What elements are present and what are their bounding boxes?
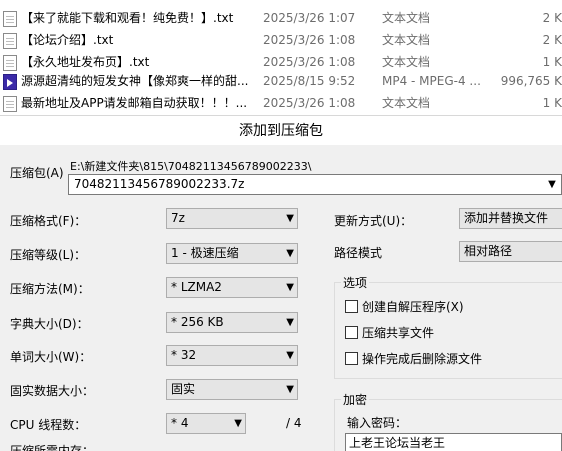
format-value: 7z bbox=[171, 211, 185, 225]
archive-label: 压缩包(A) bbox=[10, 166, 64, 180]
word-select[interactable]: * 32 ▼ bbox=[166, 345, 298, 366]
file-type: 文本文档 bbox=[382, 11, 431, 25]
text-file-icon bbox=[3, 33, 17, 49]
level-label: 压缩等级(L)： bbox=[10, 248, 87, 262]
pathmode-select[interactable]: 相对路径 bbox=[459, 241, 562, 262]
file-type: 文本文档 bbox=[382, 33, 431, 47]
chevron-down-icon: ▼ bbox=[286, 282, 294, 293]
file-size: 2 K bbox=[542, 33, 562, 47]
solid-label: 固实数据大小： bbox=[10, 384, 95, 398]
sfx-checkbox-label: 创建自解压程序(X) bbox=[362, 300, 464, 314]
file-name: 【论坛介绍】.txt bbox=[21, 33, 114, 47]
word-value: * 32 bbox=[171, 348, 197, 362]
file-size: 996,765 K bbox=[500, 74, 562, 88]
chevron-down-icon: ▼ bbox=[286, 350, 294, 361]
chevron-down-icon: ▼ bbox=[286, 384, 294, 395]
solid-value: 固实 bbox=[171, 382, 196, 396]
method-select[interactable]: * LZMA2 ▼ bbox=[166, 277, 298, 298]
file-name: 源源超清纯的短发女神【像郑爽一样的甜... bbox=[21, 74, 249, 88]
file-size: 2 K bbox=[542, 11, 562, 25]
chevron-down-icon[interactable]: ▼ bbox=[545, 175, 559, 194]
video-file-icon bbox=[3, 74, 17, 90]
dialog-title: 添加到压缩包 bbox=[0, 115, 562, 145]
file-name: 最新地址及APP请发邮箱自动获取！！！... bbox=[21, 96, 248, 110]
file-date: 2025/3/26 1:08 bbox=[263, 33, 356, 47]
file-list: 【来了就能下载和观看！纯免费！】.txt 2025/3/26 1:07 文本文档… bbox=[0, 0, 562, 115]
solid-select[interactable]: 固实 ▼ bbox=[166, 379, 298, 400]
chevron-down-icon: ▼ bbox=[286, 317, 294, 328]
cpu-value: * 4 bbox=[171, 416, 189, 430]
file-name: 【来了就能下载和观看！纯免费！】.txt bbox=[21, 11, 234, 25]
file-type: MP4 - MPEG-4 ... bbox=[382, 74, 481, 88]
format-select[interactable]: 7z ▼ bbox=[166, 208, 298, 229]
checkbox-box[interactable] bbox=[345, 300, 358, 313]
cpu-total: / 4 bbox=[286, 416, 302, 430]
file-row[interactable]: 最新地址及APP请发邮箱自动获取！！！... 2025/3/26 1:08 文本… bbox=[0, 92, 562, 115]
pathmode-value: 相对路径 bbox=[464, 244, 513, 258]
cpu-select[interactable]: * 4 ▼ bbox=[166, 413, 246, 434]
level-select[interactable]: 1 - 极速压缩 ▼ bbox=[166, 243, 298, 264]
archive-path: E:\新建文件夹\815\70482113456789002233\ bbox=[70, 160, 312, 173]
encrypt-title: 加密 bbox=[341, 391, 370, 408]
file-size: 1 K bbox=[542, 96, 562, 110]
dict-value: * 256 KB bbox=[171, 315, 224, 329]
shared-checkbox[interactable]: 压缩共享文件 bbox=[345, 324, 434, 341]
dict-label: 字典大小(D)： bbox=[10, 317, 89, 331]
cpu-label: CPU 线程数： bbox=[10, 418, 87, 432]
file-date: 2025/3/26 1:07 bbox=[263, 11, 356, 25]
word-label: 单词大小(W)： bbox=[10, 350, 92, 364]
file-row[interactable]: 【论坛介绍】.txt 2025/3/26 1:08 文本文档 2 K bbox=[0, 29, 562, 52]
update-value: 添加并替换文件 bbox=[464, 211, 549, 225]
delete-source-checkbox-label: 操作完成后删除源文件 bbox=[362, 352, 483, 366]
chevron-down-icon: ▼ bbox=[286, 248, 294, 259]
text-file-icon bbox=[3, 96, 17, 112]
checkbox-box[interactable] bbox=[345, 352, 358, 365]
password-label: 输入密码： bbox=[347, 416, 408, 430]
file-date: 2025/3/26 1:08 bbox=[263, 96, 356, 110]
chevron-down-icon: ▼ bbox=[234, 418, 242, 429]
password-input[interactable]: 上老王论坛当老王 bbox=[345, 433, 562, 451]
delete-source-checkbox[interactable]: 操作完成后删除源文件 bbox=[345, 350, 482, 367]
dict-select[interactable]: * 256 KB ▼ bbox=[166, 312, 298, 333]
text-file-icon bbox=[3, 11, 17, 27]
method-value: * LZMA2 bbox=[171, 280, 222, 294]
archive-name-combo[interactable]: 70482113456789002233.7z ▼ bbox=[68, 174, 562, 195]
archive-name-value: 70482113456789002233.7z bbox=[74, 177, 245, 191]
file-date: 2025/8/15 9:52 bbox=[263, 74, 356, 88]
checkbox-box[interactable] bbox=[345, 326, 358, 339]
text-file-icon bbox=[3, 55, 17, 71]
password-value: 上老王论坛当老王 bbox=[349, 436, 446, 450]
pathmode-label: 路径模式 bbox=[334, 246, 383, 260]
options-title: 选项 bbox=[341, 274, 370, 291]
update-label: 更新方式(U)： bbox=[334, 214, 413, 228]
sfx-checkbox[interactable]: 创建自解压程序(X) bbox=[345, 298, 464, 315]
file-row[interactable]: 【来了就能下载和观看！纯免费！】.txt 2025/3/26 1:07 文本文档… bbox=[0, 7, 562, 30]
format-label: 压缩格式(F)： bbox=[10, 214, 87, 228]
shared-checkbox-label: 压缩共享文件 bbox=[362, 326, 435, 340]
chevron-down-icon: ▼ bbox=[286, 213, 294, 224]
update-select[interactable]: 添加并替换文件 bbox=[459, 208, 562, 229]
method-label: 压缩方法(M)： bbox=[10, 282, 90, 296]
level-value: 1 - 极速压缩 bbox=[171, 246, 239, 260]
file-row[interactable]: 源源超清纯的短发女神【像郑爽一样的甜... 2025/8/15 9:52 MP4… bbox=[0, 70, 562, 93]
file-type: 文本文档 bbox=[382, 96, 431, 110]
memory-label: 压缩所需内存： bbox=[10, 444, 95, 451]
